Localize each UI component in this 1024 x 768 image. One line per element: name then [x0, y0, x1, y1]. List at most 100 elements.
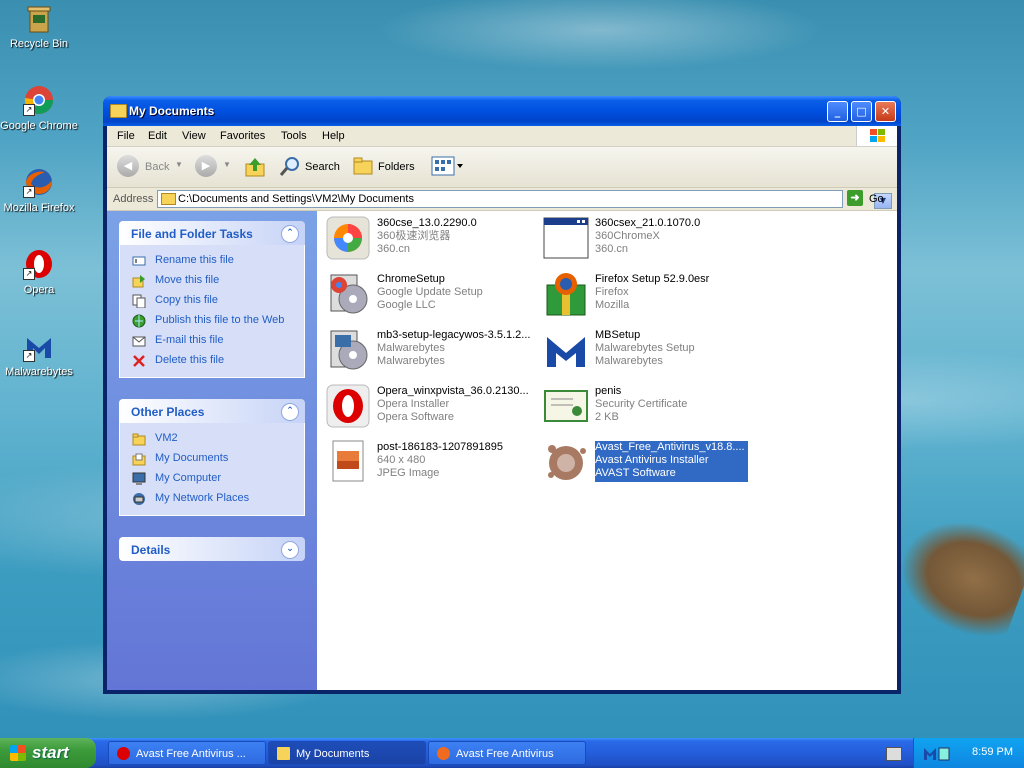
panel-header[interactable]: Other Places ⌃	[119, 399, 305, 423]
file-item-firefox-setup[interactable]: Firefox Setup 52.9.0esr Firefox Mozilla	[539, 269, 753, 321]
file-item-360cse[interactable]: 360cse_13.0.2290.0 360极速浏览器 360.cn	[321, 213, 535, 265]
window-frame: File Edit View Favorites Tools Help ◀ Ba…	[107, 126, 897, 690]
place-label: My Computer	[155, 472, 222, 484]
forward-arrow-icon: ▶	[201, 159, 211, 172]
place-label: My Documents	[155, 452, 229, 464]
file-description: Opera Installer	[377, 398, 450, 410]
file-text: Avast_Free_Antivirus_v18.8.... Avast Ant…	[595, 441, 748, 482]
task-rename[interactable]: Rename this file	[132, 251, 304, 271]
panel-header[interactable]: File and Folder Tasks ⌃	[119, 221, 305, 245]
desktop-icon-opera[interactable]: ↗ Opera	[0, 248, 78, 296]
close-button[interactable]: ✕	[875, 101, 896, 122]
forward-button[interactable]: ▶	[195, 155, 217, 177]
firefox-icon: ↗	[23, 166, 55, 198]
go-button[interactable]: ➜ Go	[847, 190, 891, 208]
file-company: JPEG Image	[377, 467, 440, 479]
menu-bar: File Edit View Favorites Tools Help	[107, 126, 897, 147]
file-item-avast-installer[interactable]: Avast_Free_Antivirus_v18.8.... Avast Ant…	[539, 437, 753, 489]
task-email[interactable]: E-mail this file	[132, 331, 304, 351]
file-description: Security Certificate	[595, 398, 688, 410]
collapse-icon[interactable]: ⌃	[281, 225, 299, 243]
search-button[interactable]: Search	[279, 155, 343, 179]
desktop-icon-firefox[interactable]: ↗ Mozilla Firefox	[0, 166, 78, 214]
mbsetup-icon	[547, 337, 585, 367]
place-label: VM2	[155, 432, 178, 444]
minimize-button[interactable]: _	[827, 101, 848, 122]
expand-icon[interactable]: ⌄	[281, 541, 299, 559]
clock[interactable]: 8:59 PM	[972, 746, 1013, 758]
place-my-computer[interactable]: My Computer	[132, 469, 304, 489]
file-text: 360cse_13.0.2290.0 360极速浏览器 360.cn	[377, 217, 477, 256]
taskbar-item-my-documents[interactable]: My Documents	[268, 741, 426, 765]
360csex-icon	[543, 217, 589, 259]
task-move[interactable]: Move this file	[132, 271, 304, 291]
taskbar-item-avast[interactable]: Avast Free Antivirus	[428, 741, 586, 765]
taskbar-item-label: Avast Free Antivirus ...	[136, 748, 246, 760]
keyboard-icon[interactable]	[886, 747, 902, 761]
chrome-icon: ↗	[23, 84, 55, 116]
task-publish[interactable]: Publish this file to the Web	[132, 311, 304, 331]
file-description: 360ChromeX	[595, 230, 660, 242]
folder-icon	[277, 747, 290, 760]
file-item-opera-installer[interactable]: Opera_winxpvista_36.0.2130... Opera Inst…	[321, 381, 535, 433]
task-label: Rename this file	[155, 254, 234, 266]
move-icon	[132, 275, 145, 288]
file-item-jpeg[interactable]: post-186183-1207891895 640 x 480 JPEG Im…	[321, 437, 535, 489]
file-item-360csex[interactable]: 360csex_21.0.1070.0 360ChromeX 360.cn	[539, 213, 753, 265]
task-pane: File and Folder Tasks ⌃ Rename this file…	[107, 211, 317, 690]
desktop-icon-chrome[interactable]: ↗ Google Chrome	[0, 84, 78, 132]
back-button[interactable]: ◀	[117, 155, 139, 177]
place-my-documents[interactable]: My Documents	[132, 449, 304, 469]
desktop-icon-recycle-bin[interactable]: Recycle Bin	[0, 2, 78, 50]
file-company: AVAST Software	[595, 467, 676, 479]
jpeg-image-icon	[332, 440, 364, 482]
rename-icon	[132, 256, 146, 266]
maximize-button[interactable]: □	[851, 101, 872, 122]
file-name: Firefox Setup 52.9.0esr	[595, 273, 710, 285]
task-label: E-mail this file	[155, 334, 224, 346]
file-item-mb3-setup[interactable]: mb3-setup-legacywos-3.5.1.2... Malwareby…	[321, 325, 535, 377]
file-item-mbsetup[interactable]: MBSetup Malwarebytes Setup Malwarebytes	[539, 325, 753, 377]
menu-file[interactable]: File	[117, 130, 135, 142]
menu-tools[interactable]: Tools	[281, 130, 307, 142]
file-company: Malwarebytes	[377, 355, 445, 367]
task-copy[interactable]: Copy this file	[132, 291, 304, 311]
file-name: Avast_Free_Antivirus_v18.8....	[595, 441, 745, 453]
back-dropdown-icon[interactable]: ▼	[175, 160, 183, 184]
task-delete[interactable]: Delete this file	[132, 351, 304, 371]
collapse-icon[interactable]: ⌃	[281, 403, 299, 421]
desktop-icon-label: Mozilla Firefox	[3, 202, 75, 214]
file-description: 640 x 480	[377, 454, 426, 466]
file-name: penis	[595, 385, 622, 397]
shortcut-arrow-icon: ↗	[23, 104, 35, 116]
place-my-network-places[interactable]: My Network Places	[132, 489, 304, 509]
file-item-chromesetup[interactable]: ChromeSetup Google Update Setup Google L…	[321, 269, 535, 321]
menu-help[interactable]: Help	[322, 130, 345, 142]
menu-edit[interactable]: Edit	[148, 130, 167, 142]
file-company: 360.cn	[595, 243, 629, 255]
up-folder-button[interactable]	[243, 155, 267, 179]
desktop-icon-malwarebytes[interactable]: ↗ Malwarebytes	[0, 330, 78, 378]
chrome-setup-icon	[330, 274, 368, 314]
menu-view[interactable]: View	[182, 130, 206, 142]
forward-dropdown-icon[interactable]: ▼	[223, 160, 231, 184]
file-item-certificate[interactable]: penis Security Certificate 2 KB	[539, 381, 753, 433]
opera-icon	[117, 747, 130, 760]
go-arrow-icon: ➜	[847, 190, 863, 206]
folders-button[interactable]: Folders	[352, 155, 422, 179]
tray-malwarebytes-icon[interactable]	[922, 744, 952, 764]
taskbar-item-avast-opera[interactable]: Avast Free Antivirus ...	[108, 741, 266, 765]
address-input[interactable]: C:\Documents and Settings\VM2\My Documen…	[157, 190, 892, 209]
start-button[interactable]: start	[0, 738, 96, 768]
desktop-icon-label: Google Chrome	[0, 120, 78, 132]
window-titlebar[interactable]: My Documents _ □ ✕	[103, 96, 901, 126]
task-label: Delete this file	[155, 354, 225, 366]
place-vm2[interactable]: VM2	[132, 429, 304, 449]
network-places-icon	[133, 493, 145, 505]
menu-favorites[interactable]: Favorites	[220, 130, 265, 142]
folders-icon	[353, 157, 373, 175]
views-button[interactable]	[431, 155, 465, 179]
minimize-icon: _	[834, 105, 841, 118]
back-label[interactable]: Back	[145, 161, 169, 185]
panel-header[interactable]: Details ⌄	[119, 537, 305, 561]
